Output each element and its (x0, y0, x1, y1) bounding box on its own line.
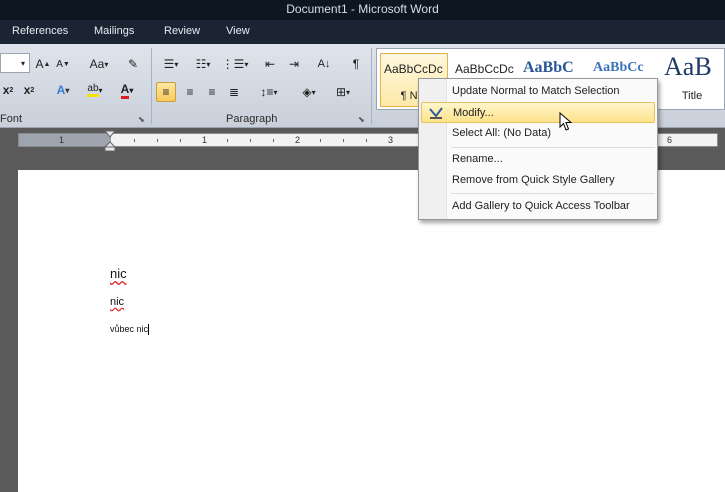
ruler-tick (227, 139, 228, 142)
menu-item-rename[interactable]: Rename... (421, 149, 655, 170)
text-highlight-icon[interactable]: ab ▾ (82, 80, 108, 100)
ruler-number: 3 (388, 135, 394, 145)
window-title: Document1 - Microsoft Word (286, 2, 439, 16)
style-context-menu: Update Normal to Match Selection Modify.… (418, 78, 658, 220)
ruler-tick (250, 139, 251, 142)
document-line[interactable]: nic (110, 296, 124, 308)
font-size-combo[interactable]: ▾ (0, 53, 30, 73)
menu-item-remove-from-gallery[interactable]: Remove from Quick Style Gallery (421, 170, 655, 191)
style-title[interactable]: AaB Title (660, 53, 724, 107)
ruler-number: 1 (59, 135, 65, 145)
bullets-icon[interactable]: ☰ ▾ (158, 54, 184, 74)
document-line[interactable]: vůbec nic (110, 324, 150, 336)
show-formatting-marks-icon[interactable]: ¶ (346, 54, 366, 74)
group-separator (151, 48, 152, 124)
style-caption: Title (681, 90, 703, 102)
shrink-font-icon[interactable]: A ▼ (54, 54, 72, 74)
multilevel-list-icon[interactable]: ⋮☰ ▾ (222, 54, 249, 74)
style-sample: AaBbCcDc (384, 62, 443, 76)
ruler-tick (180, 139, 181, 142)
change-case-button[interactable]: Aa ▾ (86, 54, 112, 74)
style-sample: AaBbC (523, 59, 574, 76)
menu-separator (451, 193, 655, 194)
sort-icon[interactable]: A↓ (314, 54, 334, 74)
title-bar: Document1 - Microsoft Word (0, 0, 725, 20)
paragraph-dialog-launcher-icon[interactable]: ⬊ (358, 115, 365, 124)
ruler-tick (320, 139, 321, 142)
align-right-icon[interactable]: ≡ (202, 82, 222, 102)
document-line[interactable]: nic (110, 266, 127, 281)
font-group-label: Font (0, 113, 23, 125)
document-text: nic (110, 266, 127, 281)
change-case-label: Aa (89, 57, 105, 71)
ruler-number: 6 (667, 135, 673, 145)
mouse-pointer-icon (559, 112, 573, 131)
text-cursor (148, 324, 150, 336)
grow-font-icon[interactable]: A ▲ (34, 54, 52, 74)
document-text: vůbec nic (110, 324, 149, 334)
line-spacing-icon[interactable]: ↕≡ ▾ (256, 82, 282, 102)
subscript-icon[interactable]: x2 (0, 80, 16, 100)
ruler-tick (134, 139, 135, 142)
tab-review[interactable]: Review (164, 25, 200, 37)
document-text: nic (110, 296, 125, 308)
menu-item-select-all[interactable]: Select All: (No Data) (421, 123, 655, 144)
menu-item-add-gallery-to-toolbar[interactable]: Add Gallery to Quick Access Toolbar (421, 196, 655, 217)
increase-indent-icon[interactable]: ⇥ (284, 54, 304, 74)
menu-item-label: Select All: (No Data) (452, 127, 552, 139)
indent-marker-icon[interactable] (104, 130, 116, 152)
paragraph-group-label: Paragraph (226, 113, 278, 125)
text-effects-icon[interactable]: A ▾ (50, 80, 76, 100)
superscript-icon[interactable]: x2 (20, 80, 38, 100)
menu-item-modify[interactable]: Modify... (421, 102, 655, 123)
ribbon-tab-row: References Mailings Review View (0, 20, 725, 44)
ruler-margin (19, 134, 111, 146)
group-separator (371, 48, 372, 124)
ruler-tick (273, 139, 274, 142)
style-sample: AaB (664, 53, 712, 81)
tab-references[interactable]: References (12, 25, 68, 37)
tab-view[interactable]: View (226, 25, 250, 37)
ruler-tick (343, 139, 344, 142)
menu-item-update-normal[interactable]: Update Normal to Match Selection (421, 81, 655, 102)
style-sample: AaBbCc (593, 60, 644, 75)
ruler-tick (157, 139, 158, 142)
decrease-indent-icon[interactable]: ⇤ (260, 54, 280, 74)
modify-style-icon (429, 107, 443, 119)
align-center-icon[interactable]: ≡ (180, 82, 200, 102)
clear-formatting-icon[interactable]: ✎ (122, 54, 144, 74)
ruler-tick (366, 139, 367, 142)
align-left-icon[interactable]: ≡ (156, 82, 176, 102)
ruler-number: 2 (295, 135, 301, 145)
menu-item-label: Modify... (453, 107, 494, 119)
menu-item-label: Update Normal to Match Selection (452, 85, 620, 97)
numbering-icon[interactable]: ☷ ▾ (190, 54, 216, 74)
ruler-number: 1 (202, 135, 208, 145)
tab-mailings[interactable]: Mailings (94, 25, 134, 37)
shading-icon[interactable]: ◈ ▾ (296, 82, 322, 102)
menu-item-label: Rename... (452, 153, 503, 165)
menu-separator (451, 147, 655, 148)
font-color-icon[interactable]: A ▾ (114, 80, 140, 100)
justify-icon[interactable]: ≣ (224, 82, 244, 102)
borders-icon[interactable]: ⊞ ▾ (330, 82, 356, 102)
font-dialog-launcher-icon[interactable]: ⬊ (138, 115, 145, 124)
style-sample: AaBbCcDc (455, 62, 514, 76)
menu-item-label: Remove from Quick Style Gallery (452, 174, 615, 186)
menu-item-label: Add Gallery to Quick Access Toolbar (452, 200, 630, 212)
